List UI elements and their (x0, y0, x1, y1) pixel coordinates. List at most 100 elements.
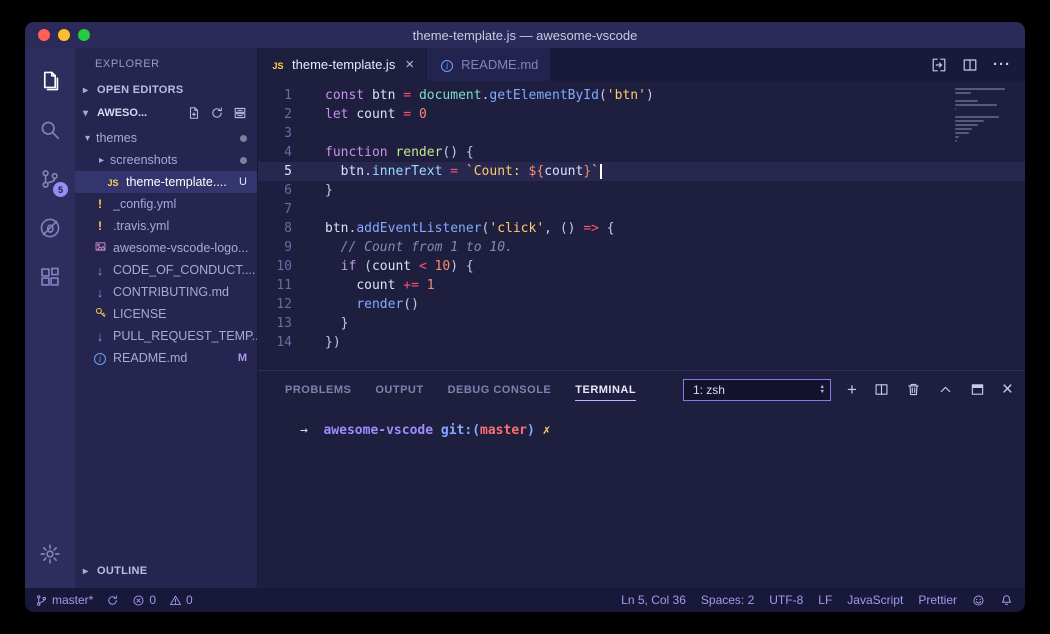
line-number: 5 (284, 164, 292, 179)
settings-activity-button[interactable] (25, 529, 75, 578)
git-branch-status-item[interactable]: master* (35, 593, 93, 607)
cursor-position-status-item[interactable]: Ln 5, Col 36 (621, 593, 686, 607)
debug-activity-button[interactable] (25, 203, 75, 252)
code-editor[interactable]: 1 const btn = document.getElementById('bt… (258, 81, 1025, 370)
code-line-1[interactable]: 1 const btn = document.getElementById('bt… (258, 86, 1025, 105)
zoom-window-button[interactable] (78, 29, 90, 41)
errors-status-label: 0 (149, 593, 157, 607)
scm-badge: 5 (53, 182, 68, 197)
code-line-13[interactable]: 13 } (258, 314, 1025, 333)
panel-tab-terminal[interactable]: TERMINAL (575, 379, 637, 401)
code-line-12[interactable]: 12 render() (258, 295, 1025, 314)
line-content (310, 124, 325, 143)
code-line-9[interactable]: 9 // Count from 1 to 10. (258, 238, 1025, 257)
tree-item-license[interactable]: LICENSE (75, 303, 257, 325)
panel-tab-debug-console[interactable]: DEBUG CONSOLE (448, 379, 552, 400)
tree-row-decoration (240, 156, 257, 164)
warning-icon (169, 594, 182, 607)
traffic-lights (25, 29, 90, 41)
eol-status-item[interactable]: LF (818, 593, 832, 607)
terminal-prompt-line: → awesome-vscode git:(master) ✗ (300, 423, 551, 438)
tree-item-pull-request-temp[interactable]: ↓ PULL_REQUEST_TEMP... (75, 325, 257, 347)
tab-theme-template-js[interactable]: JS theme-template.js × (258, 48, 427, 81)
code-line-10[interactable]: 10 if (count < 10) { (258, 257, 1025, 276)
close-icon[interactable]: × (405, 57, 414, 72)
minimap-line (955, 128, 972, 130)
file-label: screenshots (110, 153, 178, 167)
code-line-3[interactable]: 3 (258, 124, 1025, 143)
search-activity-button[interactable] (25, 105, 75, 154)
tree-item-awesome-vscode-logo[interactable]: awesome-vscode-logo... (75, 237, 257, 259)
sync-status-item[interactable] (106, 594, 119, 607)
code-line-6[interactable]: 6} (258, 181, 1025, 200)
window-title: theme-template.js — awesome-vscode (412, 27, 638, 43)
chevron-right-icon: ▸ (83, 565, 89, 577)
line-content: if (count < 10) { (340, 259, 474, 274)
line-content: btn.innerText = `Count: ${count}` (310, 162, 602, 181)
explorer-activity-button[interactable] (25, 56, 75, 105)
code-line-14[interactable]: 14}) (258, 333, 1025, 352)
line-content: function render() { (325, 145, 474, 160)
terminal-shell-select[interactable]: 1: zsh ▲ ▼ (682, 378, 831, 401)
errors-status-item[interactable]: 0 (132, 593, 156, 607)
toggle-panel-icon (970, 382, 985, 397)
vscode-window: theme-template.js — awesome-vscode 5 EXP… (25, 22, 1025, 612)
open-editors-label: OPEN EDITORS (97, 84, 184, 96)
tree-item-contributing-md[interactable]: ↓ CONTRIBUTING.md (75, 281, 257, 303)
sync-icon (106, 594, 119, 607)
line-content: render() (356, 297, 419, 312)
warnings-status-item[interactable]: 0 (169, 593, 193, 607)
tree-item-themes[interactable]: ▾ themes (75, 127, 257, 149)
tree-item-theme-template[interactable]: JS theme-template.... U (75, 171, 257, 193)
activity-bar-items: 5 (25, 56, 75, 301)
open-editors-section[interactable]: ▸ OPEN EDITORS (75, 79, 257, 101)
workspace-root-label: AWESO... (97, 107, 148, 119)
minimap-line (955, 100, 978, 102)
code-line-2[interactable]: 2 let count = 0 (258, 105, 1025, 124)
language-status-item[interactable]: JavaScript (847, 593, 903, 607)
tree-item-code-of-conduct[interactable]: ↓ CODE_OF_CONDUCT.... (75, 259, 257, 281)
js-file-icon: JS (272, 61, 284, 71)
encoding-status-item[interactable]: UTF-8 (769, 593, 803, 607)
terminal[interactable]: → awesome-vscode git:(master) ✗ (258, 408, 1025, 438)
activity-bar: 5 (25, 48, 75, 588)
file-label: LICENSE (113, 307, 167, 321)
js-file-icon: JS (107, 178, 119, 188)
code-line-7[interactable]: 7 (258, 200, 1025, 219)
line-content: // Count from 1 to 10. (340, 240, 513, 255)
file-label: .travis.yml (113, 219, 170, 233)
tree-item-config-yml[interactable]: ! _config.yml (75, 193, 257, 215)
code-line-11[interactable]: 11 count += 1 (258, 276, 1025, 295)
tree-item-travis-yml[interactable]: ! .travis.yml (75, 215, 257, 237)
tree-item-screenshots[interactable]: ▸ screenshots (75, 149, 257, 171)
code-line-4[interactable]: 4 function render() { (258, 143, 1025, 162)
line-content: btn.addEventListener('click', () => { (325, 221, 615, 236)
minimap-line (955, 140, 957, 142)
close-window-button[interactable] (38, 29, 50, 41)
minimize-window-button[interactable] (58, 29, 70, 41)
title-bar[interactable]: theme-template.js — awesome-vscode (25, 22, 1025, 48)
extensions-activity-button[interactable] (25, 252, 75, 301)
split-terminal-icon (874, 382, 889, 397)
modified-dot-icon (240, 156, 247, 164)
outline-section[interactable]: ▸ OUTLINE (75, 560, 257, 582)
encoding-status-label: UTF-8 (769, 593, 804, 607)
yaml-file-icon: ! (98, 219, 102, 233)
minimap[interactable] (955, 86, 1013, 144)
shell-select-value: 1: zsh (692, 382, 725, 397)
feedback-status-item[interactable] (972, 594, 985, 607)
bottom-panel: PROBLEMS OUTPUT DEBUG CONSOLE TERMINAL 1: z… (258, 370, 1025, 588)
code-line-5[interactable]: 5 btn.innerText = `Count: ${count}` (258, 162, 1025, 181)
source-control-activity-button[interactable]: 5 (25, 154, 75, 203)
tab-readme-md[interactable]: i README.md (426, 48, 551, 81)
notifications-status-item[interactable] (1000, 594, 1013, 607)
panel-tab-output[interactable]: OUTPUT (375, 379, 423, 400)
workspace-root-item[interactable]: ▾ AWESO... (75, 101, 257, 125)
indentation-status-item[interactable]: Spaces: 2 (701, 593, 754, 607)
explorer-header: EXPLORER (95, 58, 160, 70)
tree-item-readme-md[interactable]: i README.md M (75, 347, 257, 369)
panel-tab-problems[interactable]: PROBLEMS (285, 379, 351, 400)
file-label: CODE_OF_CONDUCT.... (113, 263, 256, 277)
code-line-8[interactable]: 8 btn.addEventListener('click', () => { (258, 219, 1025, 238)
formatter-status-item[interactable]: Prettier (918, 593, 957, 607)
